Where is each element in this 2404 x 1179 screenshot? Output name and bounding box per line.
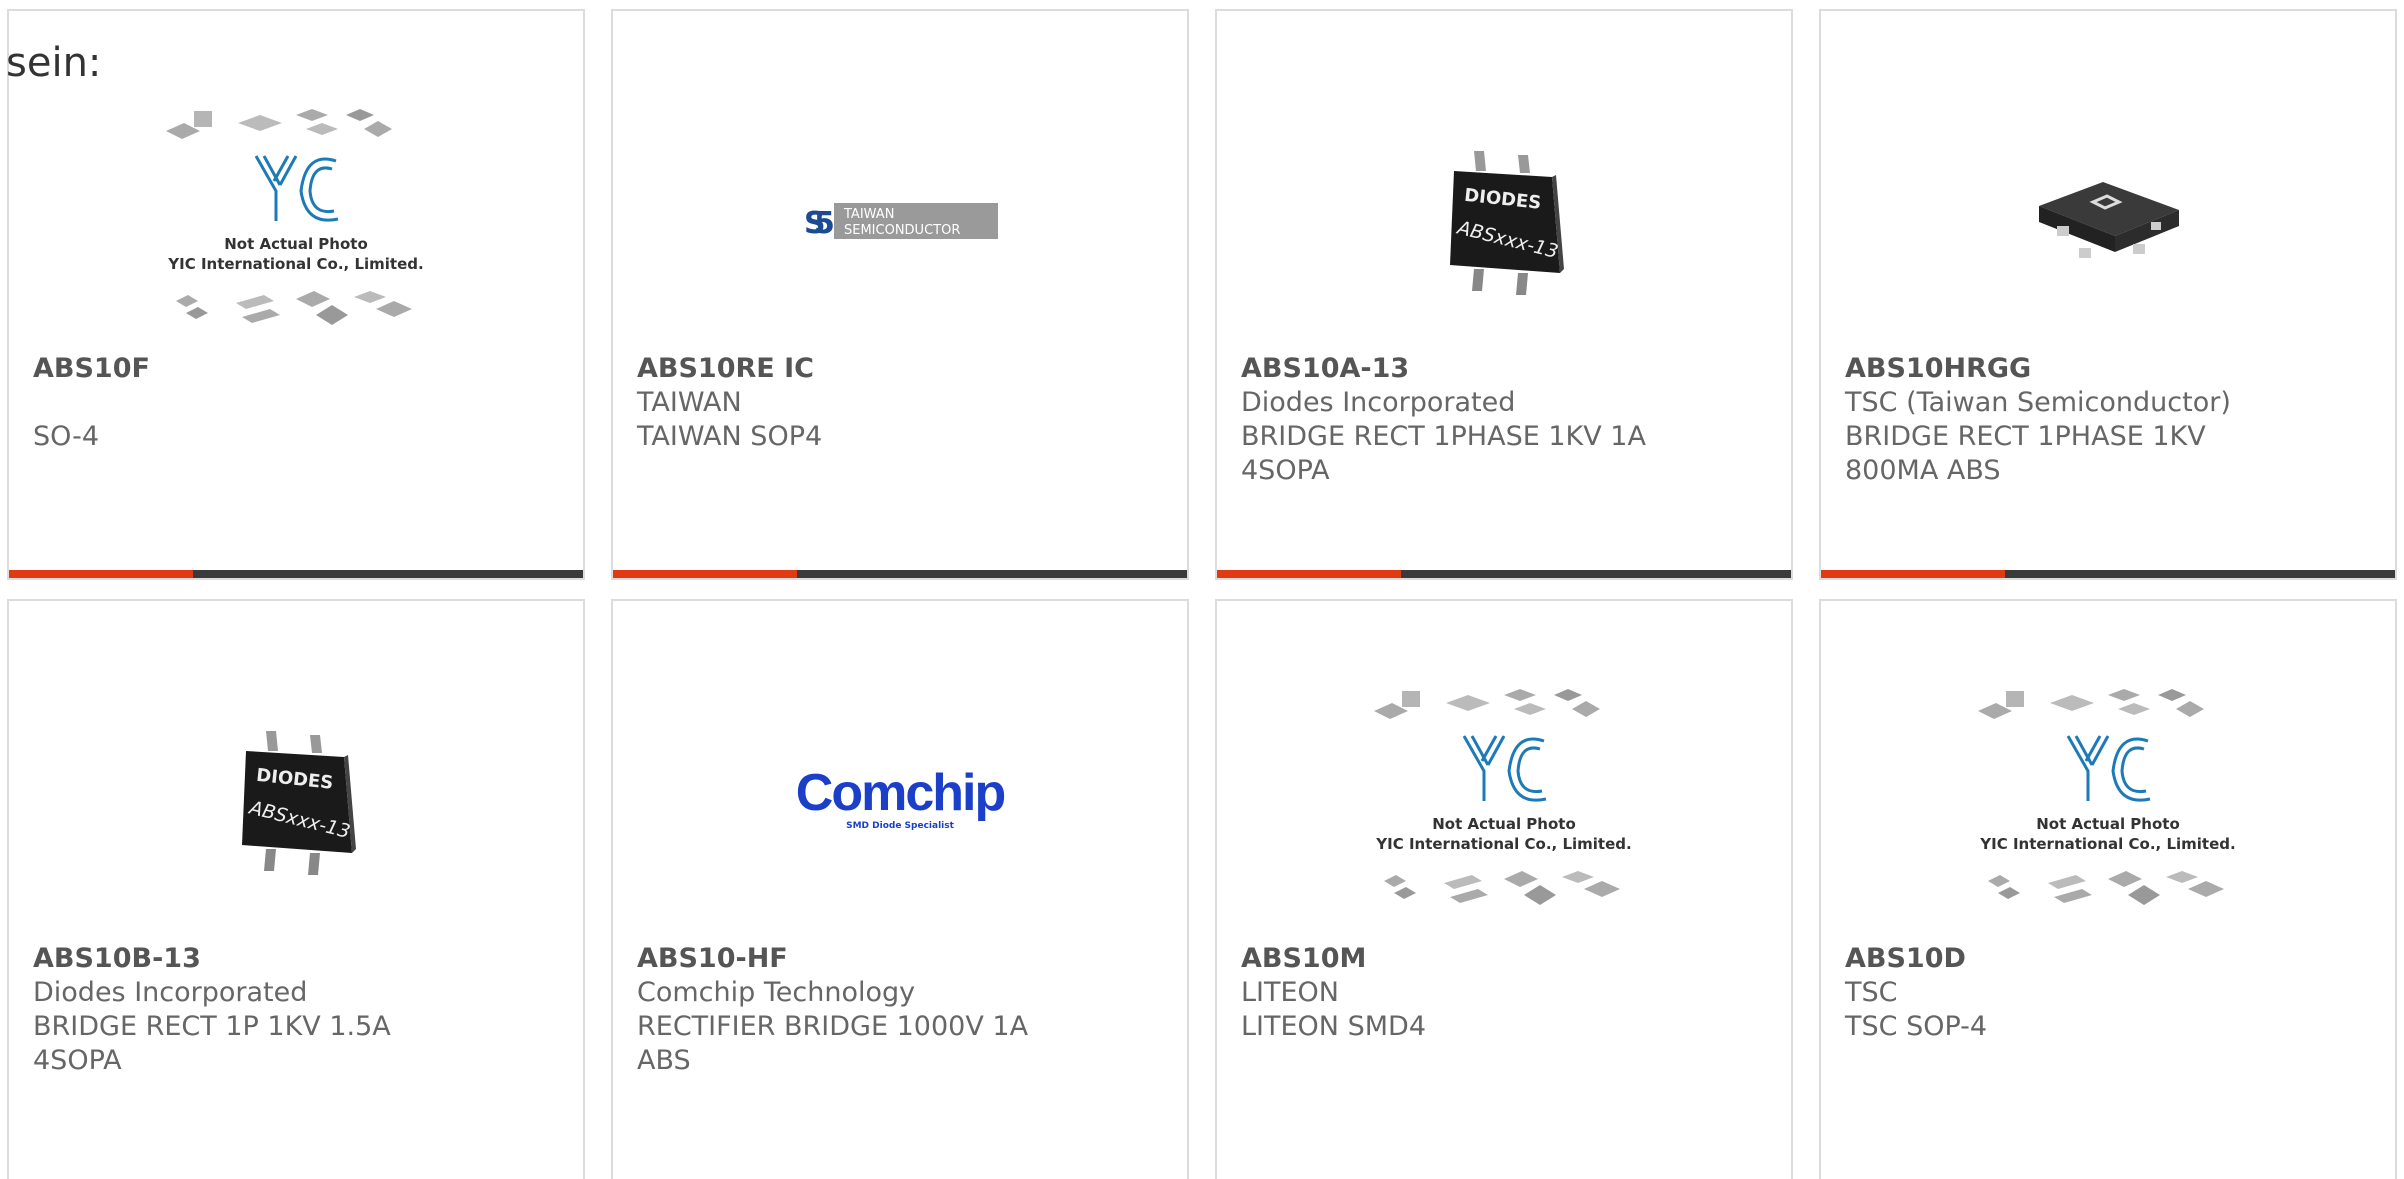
tsc-chip-image — [2039, 182, 2179, 258]
product-image[interactable] — [1821, 91, 2395, 351]
product-image[interactable]: Not Actual Photo YIC International Co., … — [9, 91, 583, 351]
comchip-logo: Comchip SMD Diode Specialist — [796, 766, 1007, 831]
placeholder-line1: Not Actual Photo — [224, 235, 368, 253]
yic-placeholder-image: Not Actual Photo YIC International Co., … — [1978, 689, 2236, 905]
product-image[interactable]: DIODES ABSxxx-13 — [1217, 91, 1791, 351]
taiwan-semiconductor-logo: S 5 TAIWAN SEMICONDUCTOR — [800, 203, 998, 241]
description-line: LITEON SMD4 — [1241, 1011, 1426, 1042]
svg-text:5: 5 — [814, 206, 835, 241]
manufacturer: TAIWAN — [637, 387, 742, 418]
product-image[interactable]: DIODES ABSxxx-13 — [9, 671, 583, 931]
manufacturer: LITEON — [1241, 977, 1340, 1008]
placeholder-line2: YIC International Co., Limited. — [1979, 835, 2235, 853]
logo-line2: SEMICONDUCTOR — [844, 223, 960, 238]
product-image[interactable]: S 5 TAIWAN SEMICONDUCTOR — [613, 91, 1187, 351]
product-details: ABS10A-13 Diodes Incorporated BRIDGE REC… — [1241, 352, 1761, 488]
part-number[interactable]: ABS10M — [1241, 942, 1761, 976]
description-line: BRIDGE RECT 1P 1KV 1.5A — [33, 1011, 391, 1042]
placeholder-line2: YIC International Co., Limited. — [167, 255, 423, 273]
description-line: TSC SOP-4 — [1845, 1011, 1988, 1042]
product-details: ABS10-HF Comchip Technology RECTIFIER BR… — [637, 942, 1157, 1078]
description-line: SO-4 — [33, 421, 100, 452]
description-line — [637, 454, 1157, 488]
card-bottom-bar — [9, 570, 583, 578]
product-details: ABS10D TSC TSC SOP-4 — [1845, 942, 2365, 1078]
part-number[interactable]: ABS10F — [33, 352, 553, 386]
product-card[interactable]: Not Actual Photo YIC International Co., … — [1215, 599, 1793, 1179]
card-accent — [1821, 570, 2005, 578]
part-number[interactable]: ABS10-HF — [637, 942, 1157, 976]
card-accent — [613, 570, 797, 578]
product-card[interactable]: Not Actual Photo YIC International Co., … — [1819, 599, 2397, 1179]
yic-placeholder-image: Not Actual Photo YIC International Co., … — [166, 109, 424, 325]
intro-text: sein: — [6, 40, 102, 86]
description-line: 800MA ABS — [1845, 455, 2001, 486]
part-number[interactable]: ABS10HRGG — [1845, 352, 2365, 386]
manufacturer: TSC (Taiwan Semiconductor) — [1845, 387, 2231, 418]
logo-line1: TAIWAN — [843, 207, 894, 222]
comchip-tagline: SMD Diode Specialist — [846, 821, 955, 831]
product-card[interactable]: DIODES ABSxxx-13 ABS10B-13 Diodes Incorp… — [7, 599, 585, 1179]
card-accent — [9, 570, 193, 578]
product-image[interactable]: Comchip SMD Diode Specialist — [613, 671, 1187, 931]
description-line — [1845, 1044, 2365, 1078]
part-number[interactable]: ABS10D — [1845, 942, 2365, 976]
card-bottom-bar — [613, 570, 1187, 578]
part-number[interactable]: ABS10A-13 — [1241, 352, 1761, 386]
description-line: BRIDGE RECT 1PHASE 1KV 1A — [1241, 421, 1646, 452]
product-details: ABS10M LITEON LITEON SMD4 — [1241, 942, 1761, 1078]
diodes-chip-image: DIODES ABSxxx-13 — [242, 731, 356, 875]
product-card[interactable]: DIODES ABSxxx-13 ABS10A-13 Diodes Incorp… — [1215, 9, 1793, 580]
part-number[interactable]: ABS10B-13 — [33, 942, 553, 976]
product-card[interactable]: Not Actual Photo YIC International Co., … — [7, 9, 585, 580]
product-image[interactable]: Not Actual Photo YIC International Co., … — [1217, 671, 1791, 931]
description-line: BRIDGE RECT 1PHASE 1KV — [1845, 421, 2206, 452]
card-bottom-bar — [1217, 570, 1791, 578]
product-card[interactable]: ABS10HRGG TSC (Taiwan Semiconductor) BRI… — [1819, 9, 2397, 580]
card-accent — [1217, 570, 1401, 578]
product-details: ABS10HRGG TSC (Taiwan Semiconductor) BRI… — [1845, 352, 2365, 488]
placeholder-line1: Not Actual Photo — [1432, 815, 1576, 833]
diodes-chip-image: DIODES ABSxxx-13 — [1450, 151, 1564, 295]
product-details: ABS10F SO-4 — [33, 352, 553, 488]
placeholder-line2: YIC International Co., Limited. — [1375, 835, 1631, 853]
description-line: 4SOPA — [33, 1045, 122, 1076]
description-line: ABS — [637, 1045, 691, 1076]
manufacturer: Diodes Incorporated — [33, 977, 308, 1008]
manufacturer: Diodes Incorporated — [1241, 387, 1516, 418]
product-image[interactable]: Not Actual Photo YIC International Co., … — [1821, 671, 2395, 931]
description-line: TAIWAN SOP4 — [637, 421, 823, 452]
description-line — [1241, 1044, 1761, 1078]
product-grid: Not Actual Photo YIC International Co., … — [0, 0, 2404, 1179]
placeholder-line1: Not Actual Photo — [2036, 815, 2180, 833]
manufacturer: TSC — [1845, 977, 1898, 1008]
product-details: ABS10RE IC TAIWAN TAIWAN SOP4 — [637, 352, 1157, 488]
card-bottom-bar — [1821, 570, 2395, 578]
product-card[interactable]: S 5 TAIWAN SEMICONDUCTOR ABS10RE IC TAIW… — [611, 9, 1189, 580]
comchip-brand: Comchip — [796, 766, 1005, 822]
description-line — [33, 454, 553, 488]
part-number[interactable]: ABS10RE IC — [637, 352, 1157, 386]
product-card[interactable]: Comchip SMD Diode Specialist ABS10-HF Co… — [611, 599, 1189, 1179]
manufacturer — [33, 386, 553, 420]
manufacturer: Comchip Technology — [637, 977, 916, 1008]
description-line: RECTIFIER BRIDGE 1000V 1A — [637, 1011, 1029, 1042]
yic-placeholder-image: Not Actual Photo YIC International Co., … — [1374, 689, 1632, 905]
product-details: ABS10B-13 Diodes Incorporated BRIDGE REC… — [33, 942, 553, 1078]
description-line: 4SOPA — [1241, 455, 1330, 486]
